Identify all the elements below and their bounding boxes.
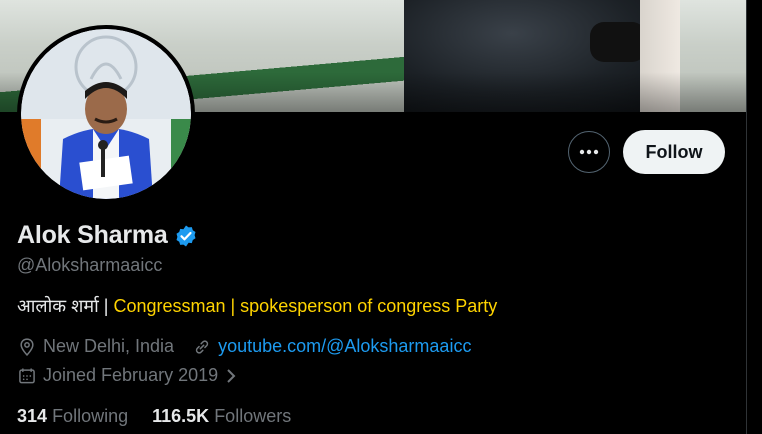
- joined-text: Joined February 2019: [43, 365, 219, 385]
- bio-highlight: Congressman | spokesperson of congress P…: [108, 296, 498, 316]
- following-label: Following: [52, 406, 129, 426]
- profile-stats: 314 Following 116.5K Followers: [17, 406, 291, 427]
- profile-avatar[interactable]: [17, 25, 195, 203]
- profile-meta-row: New Delhi, India youtube.com/@Aloksharma…: [17, 336, 489, 357]
- location-pin-icon: [20, 337, 34, 356]
- followers-count: 116.5K: [152, 406, 210, 426]
- chevron-right-icon: [227, 368, 236, 383]
- verified-badge-icon[interactable]: [174, 224, 198, 248]
- location-item: New Delhi, India: [17, 336, 174, 357]
- location-text: New Delhi, India: [43, 336, 175, 356]
- scrollbar[interactable]: [746, 0, 762, 434]
- follow-button[interactable]: Follow: [623, 130, 725, 174]
- calendar-icon: [19, 368, 35, 383]
- profile-handle: @Aloksharmaaicc: [17, 255, 163, 275]
- name-row: Alok Sharma: [17, 221, 198, 250]
- banner-photo-detail: [590, 22, 646, 62]
- link-icon: [195, 339, 209, 354]
- followers-label: Followers: [214, 406, 292, 426]
- bio-text: आलोक शर्मा |: [17, 296, 109, 316]
- followers-stat[interactable]: 116.5K Followers: [152, 406, 291, 427]
- joined-row: Joined February 2019: [17, 365, 256, 386]
- more-options-button[interactable]: [568, 131, 610, 173]
- avatar-image: [21, 29, 191, 199]
- website-link[interactable]: youtube.com/@Aloksharmaaicc: [218, 336, 471, 357]
- more-horizontal-icon: [579, 149, 599, 155]
- display-name: Alok Sharma: [17, 221, 168, 249]
- following-stat[interactable]: 314 Following: [17, 406, 128, 427]
- website-item: youtube.com/@Aloksharmaaicc: [192, 336, 471, 357]
- joined-item[interactable]: Joined February 2019: [17, 365, 238, 386]
- follow-button-label: Follow: [645, 141, 703, 162]
- profile-bio: आलोक शर्मा | Congressman | spokesperson …: [17, 294, 497, 318]
- following-count: 314: [17, 406, 48, 426]
